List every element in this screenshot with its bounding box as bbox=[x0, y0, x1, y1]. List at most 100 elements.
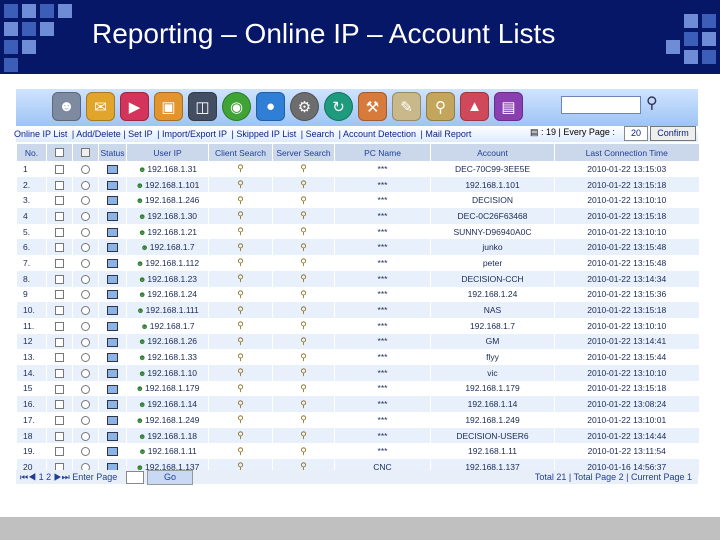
menu-account-detection[interactable]: | Account Detection bbox=[339, 129, 416, 139]
client-search-icon[interactable]: ⚲ bbox=[237, 430, 244, 440]
table-row[interactable]: 17. ☻192.168.1.249 ⚲ ⚲ *** 192.168.1.249 2010-… bbox=[16, 412, 699, 428]
server-search-icon[interactable]: ⚲ bbox=[300, 414, 307, 424]
row-checkbox-cell[interactable] bbox=[46, 208, 73, 224]
user-ip[interactable]: 192.168.1.111 bbox=[146, 305, 199, 315]
server-search-icon[interactable]: ⚲ bbox=[300, 399, 307, 409]
row-radio[interactable] bbox=[81, 227, 90, 237]
client-search-icon[interactable]: ⚲ bbox=[237, 226, 244, 236]
client-search-cell[interactable]: ⚲ bbox=[208, 443, 273, 460]
row-radio[interactable] bbox=[81, 212, 90, 222]
column-header-last-connection[interactable]: Last Connection Time bbox=[554, 144, 699, 161]
column-header-pc-name[interactable]: PC Name bbox=[334, 144, 431, 161]
client-search-cell[interactable]: ⚲ bbox=[208, 302, 273, 318]
row-checkbox[interactable] bbox=[55, 180, 64, 190]
client-search-cell[interactable]: ⚲ bbox=[208, 427, 273, 444]
account-name[interactable]: 192.168.1.24 bbox=[430, 286, 555, 303]
row-checkbox[interactable] bbox=[55, 337, 64, 347]
account-name[interactable]: 192.168.1.11 bbox=[430, 443, 555, 460]
row-radio[interactable] bbox=[81, 353, 90, 363]
server-search-cell[interactable]: ⚲ bbox=[272, 239, 335, 256]
user-ip[interactable]: 192.168.1.18 bbox=[147, 431, 197, 441]
user-ip[interactable]: 192.168.1.23 bbox=[147, 274, 197, 284]
row-radio-cell[interactable] bbox=[72, 396, 99, 412]
server-search-cell[interactable]: ⚲ bbox=[272, 380, 335, 397]
client-search-icon[interactable]: ⚲ bbox=[237, 257, 244, 267]
row-radio[interactable] bbox=[81, 447, 90, 457]
table-row[interactable]: 11. ☻192.168.1.7 ⚲ ⚲ *** 192.168.1.7 2010-01-2… bbox=[16, 317, 699, 334]
row-checkbox-cell[interactable] bbox=[46, 270, 73, 287]
search-input[interactable] bbox=[561, 96, 641, 114]
row-radio[interactable] bbox=[81, 415, 90, 425]
account-name[interactable]: NAS bbox=[430, 302, 555, 318]
row-checkbox-cell[interactable] bbox=[46, 239, 73, 256]
client-search-icon[interactable]: ⚲ bbox=[237, 210, 244, 220]
menu-search[interactable]: | Search bbox=[301, 129, 334, 139]
row-checkbox[interactable] bbox=[55, 368, 64, 378]
menu-mail-report[interactable]: | Mail Report bbox=[421, 129, 472, 139]
page-size-input[interactable]: 20 bbox=[624, 126, 648, 141]
row-checkbox-cell[interactable] bbox=[46, 427, 73, 444]
row-checkbox-cell[interactable] bbox=[46, 255, 73, 271]
client-search-icon[interactable]: ⚲ bbox=[237, 242, 244, 252]
row-checkbox[interactable] bbox=[55, 400, 64, 410]
pager[interactable]: ⏮◀ 1 2 ▶⏭ Enter Page bbox=[20, 472, 117, 483]
row-radio-cell[interactable] bbox=[72, 161, 99, 177]
row-checkbox[interactable] bbox=[55, 306, 64, 316]
row-checkbox-cell[interactable] bbox=[46, 349, 73, 365]
row-checkbox-cell[interactable] bbox=[46, 443, 73, 460]
user-ip[interactable]: 192.168.1.21 bbox=[147, 227, 197, 237]
account-name[interactable]: SUNNY-D96940A0C bbox=[430, 223, 555, 240]
client-search-icon[interactable]: ⚲ bbox=[237, 195, 244, 205]
go-button[interactable]: Go bbox=[147, 470, 193, 485]
server-search-icon[interactable]: ⚲ bbox=[300, 273, 307, 283]
server-search-icon[interactable]: ⚲ bbox=[300, 367, 307, 377]
row-radio-cell[interactable] bbox=[72, 239, 99, 256]
user-ip-cell[interactable]: ☻192.168.1.7 bbox=[126, 317, 209, 334]
table-row[interactable]: 2. ☻192.168.1.101 ⚲ ⚲ *** 192.168.1.101 2010-0… bbox=[16, 176, 699, 193]
server-search-icon[interactable]: ⚲ bbox=[300, 257, 307, 267]
report-icon[interactable]: ▤ bbox=[494, 92, 523, 121]
table-row[interactable]: 16. ☻192.168.1.14 ⚲ ⚲ *** 192.168.1.14 2010-01… bbox=[16, 396, 699, 412]
row-checkbox[interactable] bbox=[55, 259, 64, 269]
globe-icon[interactable]: ◉ bbox=[222, 92, 251, 121]
table-row[interactable]: 18 ☻192.168.1.18 ⚲ ⚲ *** DECISION-USER6 2010-0… bbox=[16, 427, 699, 444]
client-search-cell[interactable]: ⚲ bbox=[208, 255, 273, 271]
client-search-icon[interactable]: ⚲ bbox=[237, 289, 244, 299]
client-search-cell[interactable]: ⚲ bbox=[208, 396, 273, 412]
user-ip[interactable]: 192.168.1.14 bbox=[147, 399, 197, 409]
row-checkbox-cell[interactable] bbox=[46, 333, 73, 350]
server-search-icon[interactable]: ⚲ bbox=[300, 179, 307, 189]
user-ip-cell[interactable]: ☻192.168.1.101 bbox=[126, 176, 209, 193]
user-ip[interactable]: 192.168.1.26 bbox=[147, 336, 197, 346]
user-ip[interactable]: 192.168.1.246 bbox=[145, 195, 199, 205]
client-search-cell[interactable]: ⚲ bbox=[208, 239, 273, 256]
user-ip-cell[interactable]: ☻192.168.1.112 bbox=[126, 255, 209, 271]
row-radio[interactable] bbox=[81, 306, 90, 316]
user-ip-cell[interactable]: ☻192.168.1.26 bbox=[126, 333, 209, 350]
row-radio[interactable] bbox=[81, 290, 90, 300]
row-checkbox-cell[interactable] bbox=[46, 176, 73, 193]
row-radio[interactable] bbox=[81, 243, 90, 253]
client-search-cell[interactable]: ⚲ bbox=[208, 333, 273, 350]
row-radio-cell[interactable] bbox=[72, 255, 99, 271]
row-checkbox-cell[interactable] bbox=[46, 412, 73, 428]
account-name[interactable]: GM bbox=[430, 333, 555, 350]
client-search-cell[interactable]: ⚲ bbox=[208, 270, 273, 287]
table-row[interactable]: 8. ☻192.168.1.23 ⚲ ⚲ *** DECISION-CCH 2010-01-… bbox=[16, 270, 699, 287]
row-radio[interactable] bbox=[81, 180, 90, 190]
account-name[interactable]: 192.168.1.7 bbox=[430, 317, 555, 334]
account-name[interactable]: vic bbox=[430, 364, 555, 381]
search-icon[interactable]: ⚲ bbox=[646, 93, 668, 115]
row-radio[interactable] bbox=[81, 196, 90, 206]
client-search-icon[interactable]: ⚲ bbox=[237, 273, 244, 283]
table-row[interactable]: 14. ☻192.168.1.10 ⚲ ⚲ *** vic 2010-01-22 13:10… bbox=[16, 364, 699, 381]
server-search-icon[interactable]: ⚲ bbox=[300, 320, 307, 330]
account-name[interactable]: DECISION-CCH bbox=[430, 270, 555, 287]
table-row[interactable]: 7. ☻192.168.1.112 ⚲ ⚲ *** peter 2010-01-22 13:… bbox=[16, 255, 699, 271]
server-search-icon[interactable]: ⚲ bbox=[300, 195, 307, 205]
row-radio[interactable] bbox=[81, 164, 90, 174]
client-search-cell[interactable]: ⚲ bbox=[208, 161, 273, 177]
row-radio-cell[interactable] bbox=[72, 317, 99, 334]
user-ip-cell[interactable]: ☻192.168.1.33 bbox=[126, 349, 209, 365]
search-tool-icon[interactable]: ⚲ bbox=[426, 92, 455, 121]
